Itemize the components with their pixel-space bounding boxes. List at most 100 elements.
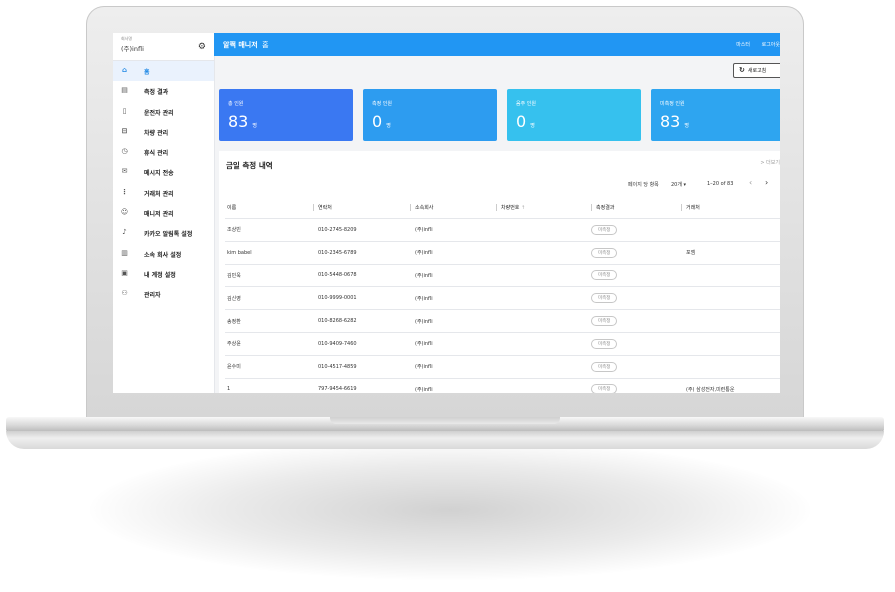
stat-card-3[interactable]: 미측정 인원 83 명 <box>651 89 780 141</box>
column-header[interactable]: 측정결과 <box>591 197 681 219</box>
cell-text: 010-5448-0678 <box>318 272 357 279</box>
stat-card-2[interactable]: 음주 인원 0 명 <box>507 89 641 141</box>
stat-value: 0 <box>516 112 527 131</box>
sidebar-item-label: 거래처 관리 <box>144 190 174 198</box>
rows-per-page-select[interactable]: 20개 ▾ <box>671 181 686 188</box>
account-icon: ▣ <box>121 268 128 277</box>
table-cell: 010-4517-4859 <box>313 355 410 379</box>
stat-card-label: 미측정 인원 <box>660 101 685 107</box>
sidebar-item-9[interactable]: ▥ 소속 회사 설정 <box>113 244 214 264</box>
table-cell <box>496 332 591 356</box>
table-cell: 미측정 <box>591 286 681 311</box>
status-badge: 미측정 <box>591 338 618 349</box>
more-link[interactable]: > 더보기 <box>760 159 780 166</box>
sidebar-item-label: 관리자 <box>144 292 161 300</box>
company-selector[interactable]: 회사명 (주)infli ⚙ <box>113 33 214 61</box>
today-measurements-panel: 금일 측정 내역 > 더보기 페이지 당 항목 20개 ▾ 1–20 of 83… <box>219 151 780 393</box>
sidebar-item-11[interactable]: ⚇ 관리자 <box>113 284 214 304</box>
stat-card-label: 측정 인원 <box>372 101 392 107</box>
table-cell: (주)infli <box>410 309 496 333</box>
stat-card-label: 음주 인원 <box>516 101 536 107</box>
table-cell: (주)infli <box>410 286 496 311</box>
sidebar-item-1[interactable]: ▤ 측정 결과 <box>113 81 214 101</box>
sidebar-item-8[interactable]: ♪ 카카오 알림톡 설정 <box>113 223 214 243</box>
table-row[interactable]: 송정환 010-8268-6282 (주)infli 미측정 <box>225 309 780 333</box>
table-row[interactable]: 김신영 010-9999-0001 (주)infli 미측정 <box>225 286 780 311</box>
table-cell: 미측정 <box>591 241 681 265</box>
building-icon: ▥ <box>121 248 128 257</box>
table-row[interactable]: kim babel 010-2345-6789 (주)infli 미측정 포엠 <box>225 241 780 265</box>
table-row[interactable]: 조상빈 010-2745-8209 (주)infli 미측정 <box>225 218 780 242</box>
stat-card-1[interactable]: 측정 인원 0 명 <box>363 89 497 141</box>
refresh-label: 새로고침 <box>747 68 767 74</box>
logout-link[interactable]: 로그아웃 <box>762 41 780 48</box>
column-header[interactable]: 이름 <box>225 197 313 219</box>
breadcrumb-home[interactable]: 홈 <box>262 41 268 49</box>
sidebar-item-label: 메시지 전송 <box>144 170 174 178</box>
sidebar-item-7[interactable]: ☺ 매니저 관리 <box>113 203 214 223</box>
sidebar-item-4[interactable]: ◷ 휴식 관리 <box>113 142 214 162</box>
stat-unit: 명 <box>684 123 689 129</box>
column-divider <box>410 204 411 211</box>
table-cell <box>496 286 591 311</box>
column-divider <box>313 204 314 211</box>
table-cell: 010-5448-0678 <box>313 264 410 288</box>
cell-text: 1 <box>227 386 231 393</box>
column-header[interactable]: 소속회사 <box>410 197 496 219</box>
cell-text: (주)infli <box>415 272 433 279</box>
sidebar-item-10[interactable]: ▣ 내 계정 설정 <box>113 264 214 284</box>
column-header[interactable]: 연락처 <box>313 197 410 219</box>
cell-text: (주)infli <box>415 341 433 348</box>
sidebar-item-3[interactable]: ⊟ 차량 관리 <box>113 122 214 142</box>
sidebar-item-label: 홈 <box>144 69 150 76</box>
sidebar-item-label: 소속 회사 설정 <box>144 251 182 259</box>
table-row[interactable]: 윤수미 010-4517-4859 (주)infli 미측정 <box>225 355 780 379</box>
prev-page-icon[interactable]: ‹ <box>749 178 752 187</box>
table-cell: 미측정 <box>591 264 681 288</box>
sidebar-item-6[interactable]: ⋮ 거래처 관리 <box>113 183 214 203</box>
laptop-base-underside <box>6 431 884 449</box>
column-divider <box>496 204 497 211</box>
status-badge: 미측정 <box>591 224 618 235</box>
user-menu[interactable]: 마스터 <box>736 41 750 48</box>
sidebar-item-label: 내 계정 설정 <box>144 271 176 279</box>
stat-card-value: 0명 <box>372 112 391 131</box>
app-screen: 회사명 (주)infli ⚙ ⌂ 홈 ▤ 측정 결과 ▯ 운전자 관리 ⊟ 차량 관리 ◷ 휴식 … <box>113 33 780 393</box>
column-divider <box>591 204 592 211</box>
company-name: (주)infli <box>121 45 144 53</box>
panel-title: 금일 측정 내역 <box>226 161 273 170</box>
table-cell: 미측정 <box>591 355 681 379</box>
table-row[interactable]: 김민욱 010-5448-0678 (주)infli 미측정 <box>225 264 780 288</box>
next-page-icon[interactable]: › <box>765 178 768 187</box>
refresh-button[interactable]: ↻ 새로고침 <box>733 63 780 78</box>
table-row[interactable]: 1 797-9454-6619 (주)infli 미측정 (주) 삼성전자,미련통운 <box>225 378 780 393</box>
table-cell: 010-8268-6282 <box>313 309 410 333</box>
company-label: 회사명 <box>121 36 133 41</box>
table-row[interactable]: 주상윤 010-9409-7460 (주)infli 미측정 <box>225 332 780 356</box>
sidebar-item-2[interactable]: ▯ 운전자 관리 <box>113 102 214 122</box>
app-title-text: 알쩍 매니저 <box>223 41 258 49</box>
table-cell: 조상빈 <box>225 218 313 242</box>
stat-unit: 명 <box>252 123 257 129</box>
cell-text: 윤수미 <box>227 364 241 371</box>
cell-text: 010-4517-4859 <box>318 363 357 370</box>
measurement-table: 이름 연락처 소속회사 차량번호 ↑ 측정결과 거래처 조상빈 010-2745-8209 (… <box>225 197 780 393</box>
stat-card-0[interactable]: 총 인원 83 명 <box>219 89 353 141</box>
sidebar-item-0[interactable]: ⌂ 홈 <box>113 61 214 82</box>
column-header[interactable]: 차량번호 ↑ <box>496 197 591 219</box>
home-icon: ⌂ <box>121 66 127 74</box>
chart-icon: ▤ <box>121 86 128 95</box>
gear-icon[interactable]: ⚙ <box>198 42 206 52</box>
column-header[interactable]: 거래처 <box>681 197 780 219</box>
table-cell: 미측정 <box>591 378 681 393</box>
cell-text: (주)infli <box>415 318 433 325</box>
manager-icon: ☺ <box>120 208 129 217</box>
status-badge: 미측정 <box>591 384 618 393</box>
cell-text: (주)infli <box>415 364 433 371</box>
cell-text: 송정환 <box>227 318 241 325</box>
table-cell: 김신영 <box>225 286 313 311</box>
sidebar-item-5[interactable]: ✉ 메시지 전송 <box>113 162 214 182</box>
id-card-icon: ▯ <box>122 106 127 115</box>
sort-arrow-icon[interactable]: ↑ <box>521 205 525 211</box>
status-badge: 미측정 <box>591 247 618 258</box>
